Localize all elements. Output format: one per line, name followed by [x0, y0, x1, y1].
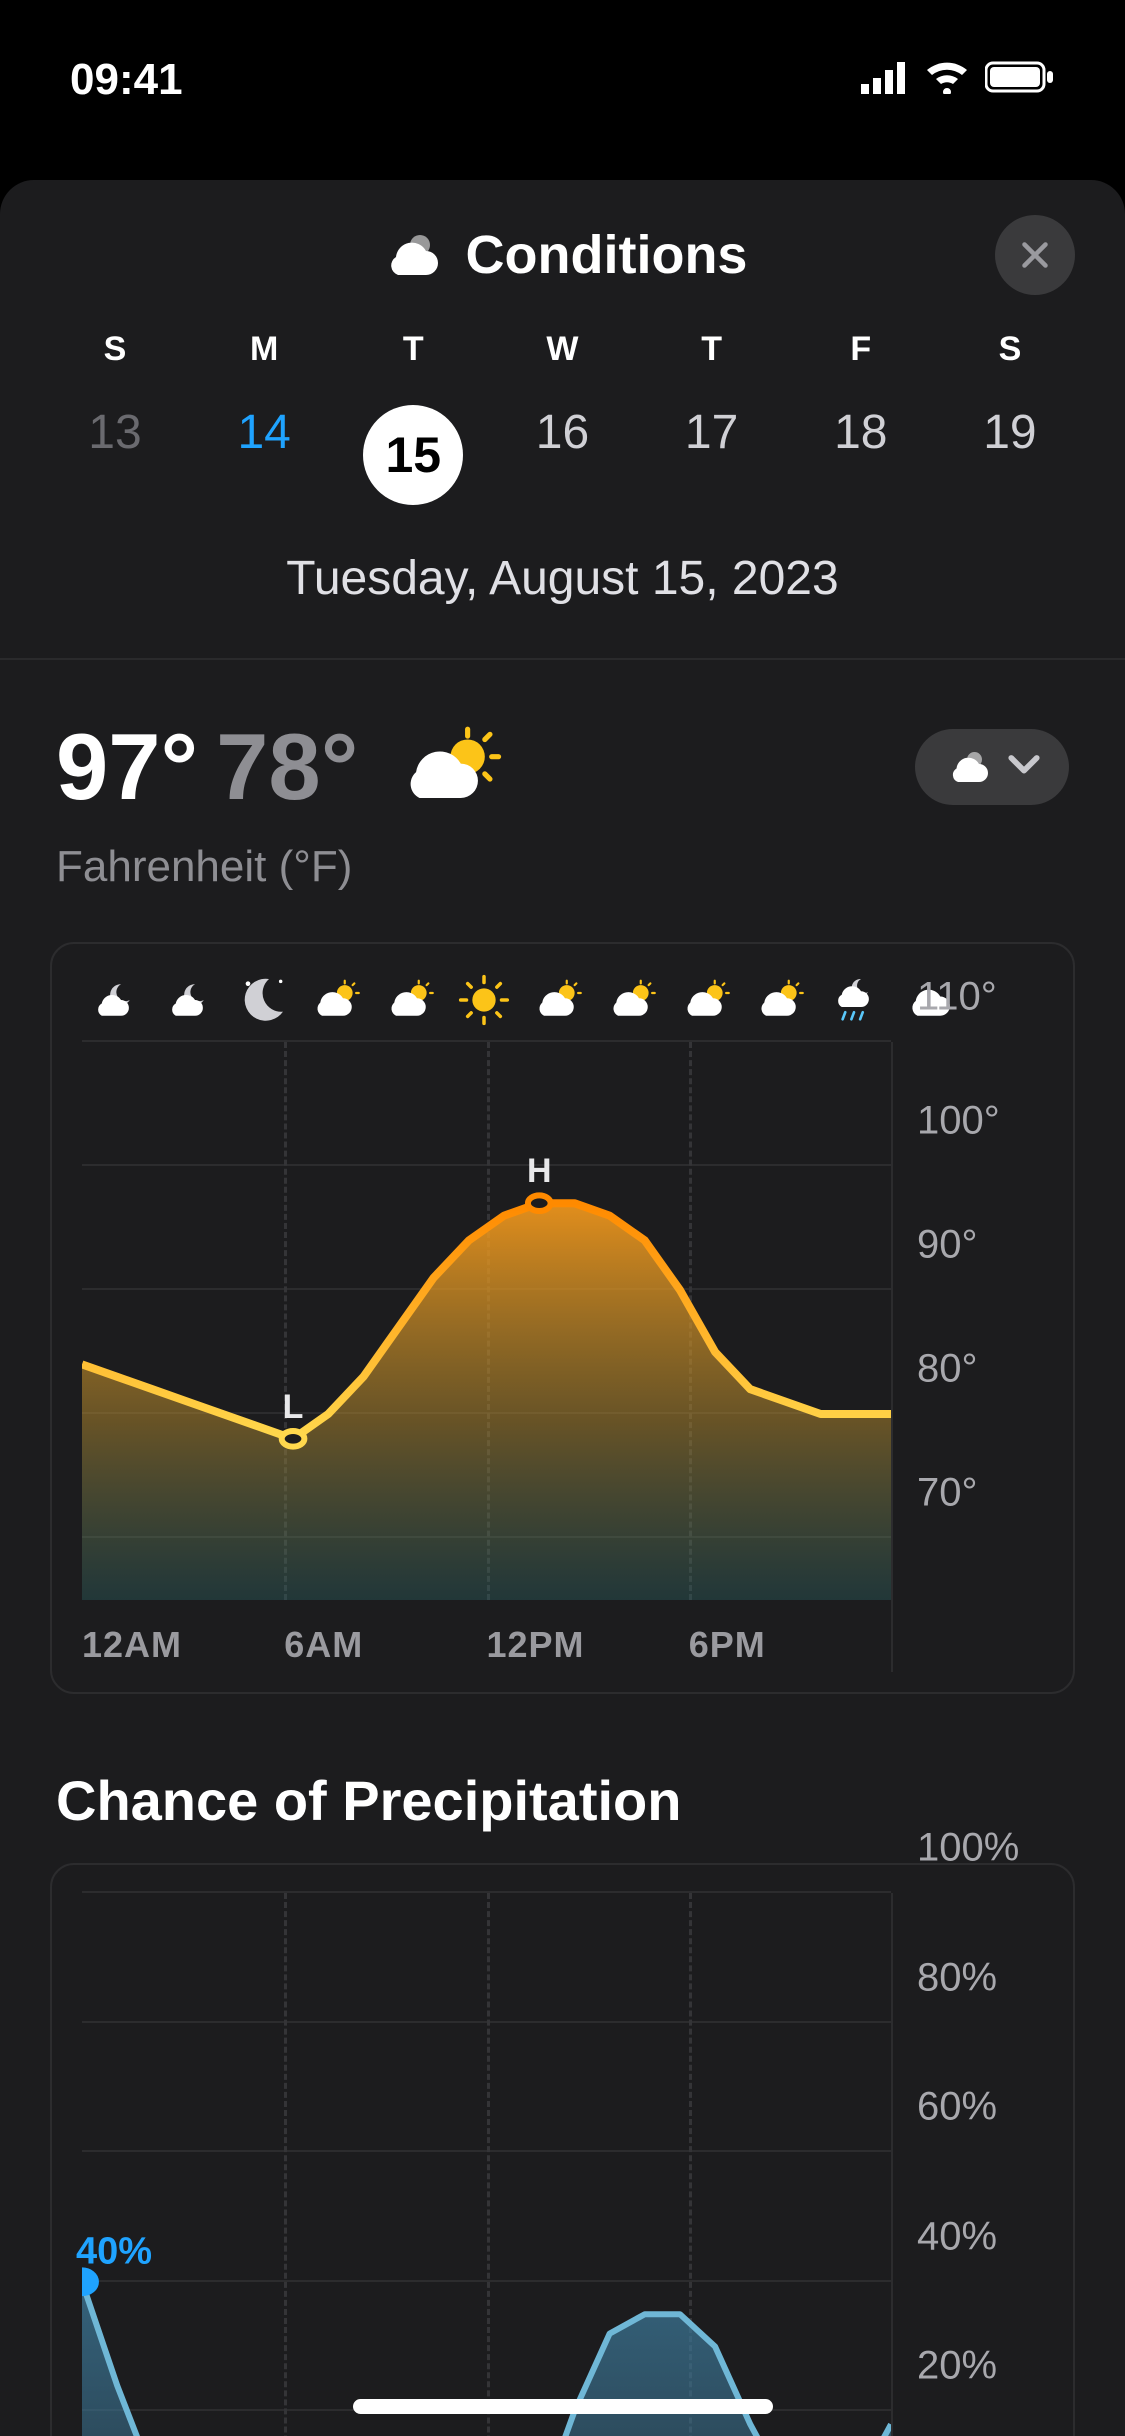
day-16[interactable]: W 16: [497, 330, 627, 505]
temperature-chart-card: 12AM 6AM 12PM 6PM L H 70° 80° 90° 100° 110°: [50, 942, 1075, 1694]
partly-sunny-icon: [308, 972, 364, 1028]
day-letter: T: [701, 330, 722, 369]
day-letter: F: [850, 330, 871, 369]
x-tick: 12AM: [82, 1624, 182, 1666]
chevron-down-icon: [1007, 753, 1041, 782]
precip-chart-card: 12AM6AM12PM6PM40% 0%20%40%60%80%100%: [50, 1863, 1075, 2436]
day-number: 13: [88, 405, 141, 460]
y-tick: 80%: [917, 1955, 997, 2000]
precip-chart[interactable]: 12AM6AM12PM6PM40% 0%20%40%60%80%100%: [82, 1893, 1043, 2436]
partly-sunny-icon: [382, 972, 438, 1028]
wifi-icon: [923, 55, 971, 105]
status-time: 09:41: [70, 55, 183, 105]
y-tick: 90°: [917, 1223, 978, 1268]
clear-night-icon: [234, 972, 290, 1028]
partly-cloudy-night-rain-icon: [826, 972, 882, 1028]
day-letter: T: [403, 330, 424, 369]
page-title: Conditions: [466, 224, 748, 286]
condition-picker[interactable]: [915, 729, 1069, 805]
status-icons: [861, 55, 1055, 105]
cloud-icon: [943, 747, 991, 787]
conditions-sheet: Conditions S 13 M 14 T 15 W 16 T 17 F 18 S 19 Tuesday…: [0, 180, 1125, 2436]
y-tick: 80°: [917, 1347, 978, 1392]
day-letter: M: [250, 330, 278, 369]
day-number: 14: [237, 405, 290, 460]
day-15[interactable]: T 15: [348, 330, 478, 505]
hourly-icon-row: [82, 972, 1043, 1042]
cloud-icon: [378, 223, 442, 287]
signal-icon: [861, 55, 909, 105]
y-tick: 100%: [917, 1826, 1019, 1871]
y-tick: 100°: [917, 1099, 1000, 1144]
high-temp: 97°: [56, 713, 198, 821]
day-number: 15: [363, 405, 463, 505]
x-tick: 6AM: [284, 1624, 363, 1666]
day-picker: S 13 M 14 T 15 W 16 T 17 F 18 S 19: [0, 330, 1125, 505]
summary-row: 97°78°: [0, 660, 1125, 842]
partly-sunny-icon: [604, 972, 660, 1028]
low-temp: 78°: [216, 713, 358, 821]
marker-high: H: [527, 1152, 552, 1191]
day-13[interactable]: S 13: [50, 330, 180, 505]
marker-low: L: [283, 1388, 304, 1427]
sheet-header: Conditions: [0, 180, 1125, 330]
partly-sunny-icon: [678, 972, 734, 1028]
partly-cloudy-night-icon: [86, 972, 142, 1028]
full-date: Tuesday, August 15, 2023: [0, 551, 1125, 660]
day-letter: W: [546, 330, 578, 369]
close-button[interactable]: [995, 215, 1075, 295]
summary-weather-icon: [392, 712, 502, 822]
day-number: 16: [536, 405, 589, 460]
precip-start-label: 40%: [76, 2230, 152, 2273]
day-18[interactable]: F 18: [796, 330, 926, 505]
day-number: 17: [685, 405, 738, 460]
y-tick: 110°: [917, 975, 997, 1020]
home-indicator[interactable]: [353, 2399, 773, 2414]
partly-sunny-icon: [530, 972, 586, 1028]
day-number: 19: [983, 405, 1036, 460]
y-tick: 70°: [917, 1471, 978, 1516]
battery-icon: [985, 55, 1055, 105]
day-14[interactable]: M 14: [199, 330, 329, 505]
temperature-chart[interactable]: 12AM6AM12PM6PMLH 70°80°90°100°110°: [82, 1042, 1043, 1672]
status-bar: 09:41: [0, 0, 1125, 130]
day-letter: S: [104, 330, 127, 369]
partly-sunny-icon: [752, 972, 808, 1028]
x-tick: 6PM: [689, 1624, 766, 1666]
y-tick: 60%: [917, 2085, 997, 2130]
y-tick: 20%: [917, 2344, 997, 2389]
day-19[interactable]: S 19: [945, 330, 1075, 505]
partly-cloudy-night-icon: [160, 972, 216, 1028]
unit-label: Fahrenheit (°F): [0, 842, 1125, 922]
day-17[interactable]: T 17: [647, 330, 777, 505]
y-tick: 40%: [917, 2214, 997, 2259]
x-tick: 12PM: [487, 1624, 585, 1666]
sunny-icon: [456, 972, 512, 1028]
day-number: 18: [834, 405, 887, 460]
day-letter: S: [999, 330, 1022, 369]
